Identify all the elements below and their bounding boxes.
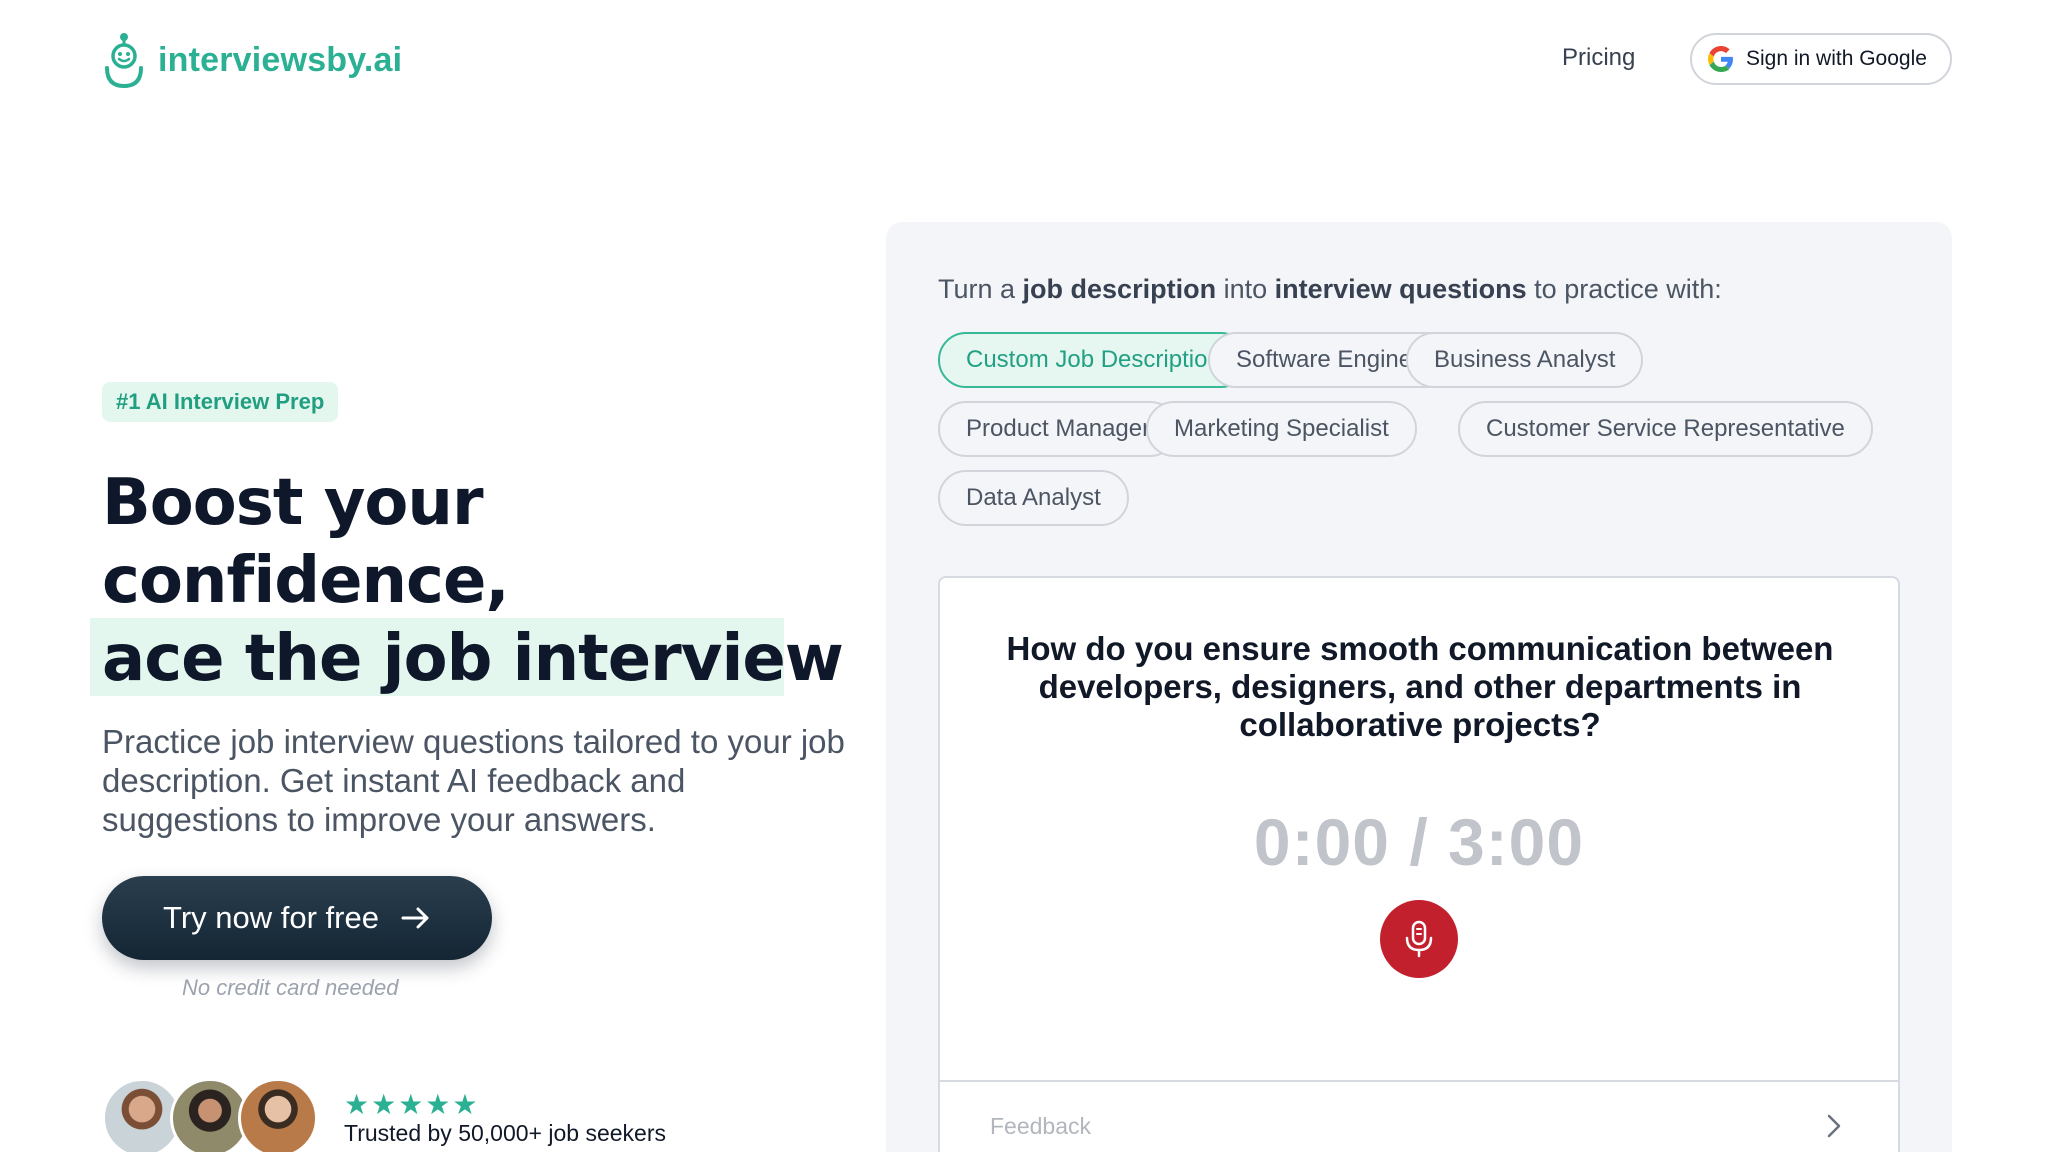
chip-data-analyst[interactable]: Data Analyst [938,470,1129,526]
intro-bold-job-description: job description [1022,274,1217,304]
chip-customer-service-representative[interactable]: Customer Service Representative [1458,401,1873,457]
brand-logo[interactable]: interviewsby.ai [102,32,402,88]
interview-question: How do you ensure smooth communication b… [1006,630,1834,743]
brand-name: interviewsby.ai [158,40,403,79]
record-button[interactable] [1380,900,1458,978]
feedback-toggle[interactable]: Feedback [940,1080,1898,1152]
avatar [238,1078,318,1152]
nav-pricing-link[interactable]: Pricing [1562,44,1635,72]
intro-text: into [1216,274,1275,304]
question-card: How do you ensure smooth communication b… [938,576,1900,1152]
practice-panel: Turn a job description into interview qu… [886,222,1952,1152]
hero-title-line3: ace the job interview [102,622,844,696]
hero-badge: #1 AI Interview Prep [102,382,339,422]
try-now-label: Try now for free [163,900,379,935]
chip-product-manager[interactable]: Product Manager [938,401,1179,457]
hero-subtitle: Practice job interview questions tailore… [102,723,845,838]
site-header: interviewsby.ai Pricing Sign in with Goo… [0,0,2048,120]
chip-marketing-specialist[interactable]: Marketing Specialist [1146,401,1417,457]
try-now-button[interactable]: Try now for free [102,876,492,960]
google-g-icon [1708,46,1733,72]
hero-title-line1: Boost your [102,466,483,540]
arrow-right-icon [401,907,429,929]
rating-stars: ★★★★★ [344,1089,480,1120]
intro-text: Turn a [938,274,1023,304]
robot-mascot-icon [105,33,143,88]
trusted-by-text: Trusted by 50,000+ job seekers [344,1120,666,1146]
chip-business-analyst[interactable]: Business Analyst [1406,332,1644,388]
microphone-icon [1405,920,1433,958]
no-credit-card-note: No credit card needed [182,975,399,1000]
user-avatars [102,1078,322,1152]
google-signin-button[interactable]: Sign in with Google [1690,33,1952,85]
feedback-label: Feedback [990,1112,1092,1139]
answer-timer: 0:00 / 3:00 [1253,805,1585,879]
chevron-right-icon [1827,1114,1841,1138]
hero-title-line2: confidence, [102,544,510,618]
panel-intro: Turn a job description into interview qu… [938,274,1722,305]
google-signin-label: Sign in with Google [1746,47,1927,70]
intro-text: to practice with: [1526,274,1722,304]
chip-custom-job-description[interactable]: Custom Job Description [938,332,1249,388]
intro-bold-interview-questions: interview questions [1274,274,1527,304]
